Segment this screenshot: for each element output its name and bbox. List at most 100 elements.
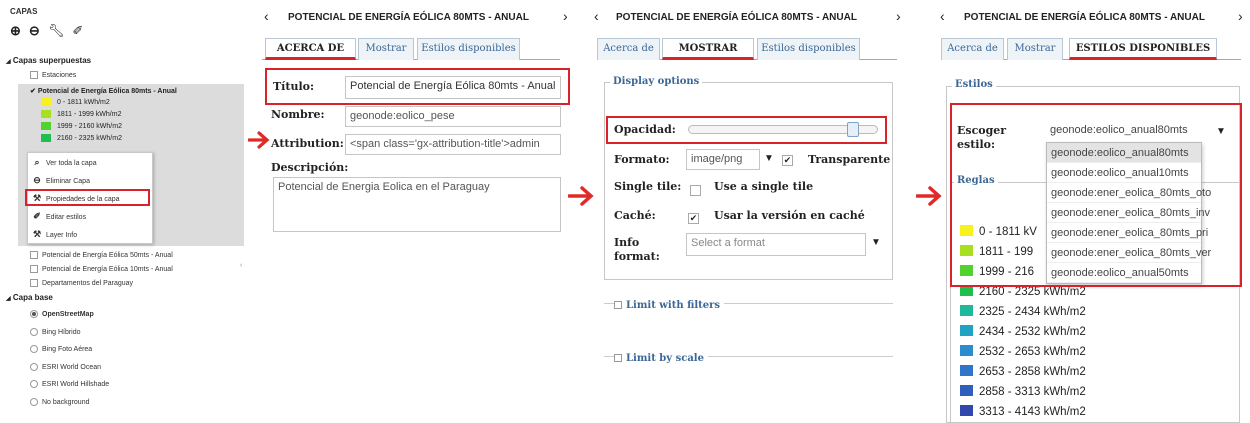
name-label: Nombre: <box>271 108 325 121</box>
opacity-slider[interactable] <box>688 122 878 137</box>
group-label: Capas superpuestas <box>12 56 92 65</box>
next-icon[interactable]: › <box>563 8 568 24</box>
prev-icon[interactable]: ‹ <box>940 8 945 24</box>
layer-checkbox[interactable] <box>30 71 38 79</box>
legend-item: 1999 - 2160 kWh/m2 <box>41 122 122 130</box>
fieldset-legend: Display options <box>610 76 703 87</box>
radio-button[interactable] <box>30 380 38 388</box>
radio-button[interactable] <box>30 310 38 318</box>
title-field[interactable]: Potencial de Energía Eólica 80mts - Anua… <box>345 76 561 99</box>
radio-button[interactable] <box>30 397 38 406</box>
tab-show[interactable]: Mostrar <box>1007 38 1063 60</box>
prev-icon[interactable]: ‹ <box>264 8 269 24</box>
legend-swatch <box>960 365 973 376</box>
limit-scale-checkbox[interactable] <box>614 353 622 362</box>
base-layer-label: Bing Híbrido <box>42 328 81 336</box>
window-title: POTENCIAL DE ENERGÍA EÓLICA 80MTS - ANUA… <box>616 12 857 23</box>
layer-checkbox[interactable] <box>30 265 38 273</box>
collapse-icon[interactable]: ◢ <box>6 296 11 302</box>
group-overlays[interactable]: ◢ Capas superpuestas <box>6 56 91 65</box>
group-label: Capa base <box>12 293 53 302</box>
cache-checkbox[interactable]: ✔ <box>688 213 699 224</box>
base-layer-item[interactable]: Bing Híbrido <box>30 327 81 336</box>
tab-bar: Acerca de Mostrar ESTILOS DISPONIBLES <box>941 38 1241 60</box>
layer-tree-panel: CAPAS ⊕ ⊖ 🔧︎ ✐ ◢ Capas superpuestas Estacio… <box>0 0 245 423</box>
radio-button[interactable] <box>30 345 38 353</box>
tab-styles[interactable]: Estilos disponibles <box>757 38 860 60</box>
slider-thumb[interactable] <box>847 122 859 137</box>
limit-filters-toggle[interactable]: Limit with filters <box>614 297 725 311</box>
base-layer-label: ESRI World Ocean <box>42 363 102 371</box>
title-label: Título: <box>273 80 315 93</box>
info-format-label: Info format: <box>614 236 660 263</box>
name-field[interactable]: geonode:eolico_pese <box>345 106 561 127</box>
layer-label: Estaciones <box>42 71 77 79</box>
checked-icon[interactable]: ✔ <box>30 88 36 95</box>
layer-checkbox[interactable] <box>30 279 38 287</box>
layer-toolbar: ⊕ ⊖ 🔧︎ ✐ <box>10 23 91 39</box>
legend-label: 2653 - 2858 kWh/m2 <box>979 366 1086 378</box>
limit-scale-toggle[interactable]: Limit by scale <box>614 350 708 364</box>
legend-label: 1811 - 1999 kWh/m2 <box>57 110 122 118</box>
transparent-checkbox[interactable]: ✔ <box>782 155 793 166</box>
chevron-down-icon[interactable]: ▼ <box>871 237 881 248</box>
legend-item: 2325 - 2434 kWh/m2 <box>960 305 1086 318</box>
legend-item: 2532 - 2653 kWh/m2 <box>960 345 1086 358</box>
menu-item-label: Eliminar Capa <box>46 178 90 185</box>
base-layer-item[interactable]: No background <box>30 397 89 406</box>
base-layer-item[interactable]: ESRI World Ocean <box>30 362 102 371</box>
attribution-label: Attribution: <box>271 137 344 150</box>
highlight-box <box>950 103 1242 287</box>
layer-item[interactable]: Potencial de Energía Eólica 10mts - Anua… <box>30 265 173 273</box>
description-label: Descripción: <box>271 161 349 174</box>
menu-layer-info[interactable]: ⚒ Layer Info <box>32 229 77 240</box>
brush-icon[interactable]: ✐ <box>72 23 89 39</box>
chevron-down-icon[interactable]: ▼ <box>764 153 774 164</box>
legend-item: 3313 - 4143 kWh/m2 <box>960 405 1086 418</box>
tab-about[interactable]: ACERCA DE <box>265 38 356 60</box>
group-base[interactable]: ◢ Capa base <box>6 293 53 302</box>
radio-button[interactable] <box>30 362 38 371</box>
base-layer-item[interactable]: ESRI World Hillshade <box>30 380 109 388</box>
radio-button[interactable] <box>30 327 38 336</box>
legend-label: 2160 - 2325 kWh/m2 <box>57 134 122 142</box>
menu-edit-styles[interactable]: ✐ Editar estilos <box>32 211 86 222</box>
tab-styles[interactable]: Estilos disponibles <box>417 38 520 60</box>
tab-show[interactable]: MOSTRAR <box>662 38 754 60</box>
format-select[interactable]: image/png <box>686 149 760 170</box>
single-tile-checkbox[interactable] <box>690 185 701 196</box>
tab-styles[interactable]: ESTILOS DISPONIBLES <box>1069 38 1217 60</box>
tab-about[interactable]: Acerca de <box>941 38 1004 60</box>
base-layer-item[interactable]: Bing Foto Aérea <box>30 345 92 353</box>
transparent-label: Transparente <box>808 153 891 166</box>
limit-filters-checkbox[interactable] <box>614 300 622 309</box>
layer-checkbox[interactable] <box>30 251 38 259</box>
layer-item[interactable]: Departamentos del Paraguay <box>30 279 133 287</box>
add-icon[interactable]: ⊕ <box>10 23 27 39</box>
legend-label: 3313 - 4143 kWh/m2 <box>979 406 1086 418</box>
wrench-icon[interactable]: 🔧︎ <box>48 23 71 39</box>
description-textarea[interactable]: Potencial de Energia Eolica en el Paragu… <box>273 177 561 232</box>
prev-icon[interactable]: ‹ <box>594 8 599 24</box>
legend-item: 2160 - 2325 kWh/m2 <box>41 134 122 142</box>
remove-icon[interactable]: ⊖ <box>29 23 46 39</box>
info-format-select[interactable]: Select a format <box>686 233 866 256</box>
layer-estaciones[interactable]: Estaciones <box>30 71 76 79</box>
splitter-handle[interactable]: ‹ <box>240 262 242 269</box>
tab-show[interactable]: Mostrar <box>358 38 414 60</box>
base-layer-item[interactable]: OpenStreetMap <box>30 310 94 318</box>
legend-swatch <box>960 345 973 356</box>
layer-active[interactable]: ✔ Potencial de Energía Eólica 80mts - An… <box>30 87 177 95</box>
layer-item[interactable]: Potencial de Energía Eólica 50mts - Anua… <box>30 251 173 259</box>
next-icon[interactable]: › <box>896 8 901 24</box>
next-icon[interactable]: › <box>1238 8 1243 24</box>
menu-zoom-to-layer[interactable]: ⌕ Ver toda la capa <box>32 157 96 168</box>
legend-swatch <box>41 110 51 118</box>
tab-about[interactable]: Acerca de <box>597 38 660 60</box>
menu-remove-layer[interactable]: ⊖ Eliminar Capa <box>32 175 90 186</box>
attribution-field[interactable]: <span class='gx-attribution-title'>admin <box>345 134 561 155</box>
collapse-icon[interactable]: ◢ <box>6 59 11 65</box>
fieldset-legend: Limit by scale <box>626 353 704 364</box>
legend-label: 2325 - 2434 kWh/m2 <box>979 306 1086 318</box>
layer-label: Potencial de Energía Eólica 10mts - Anua… <box>42 265 173 273</box>
